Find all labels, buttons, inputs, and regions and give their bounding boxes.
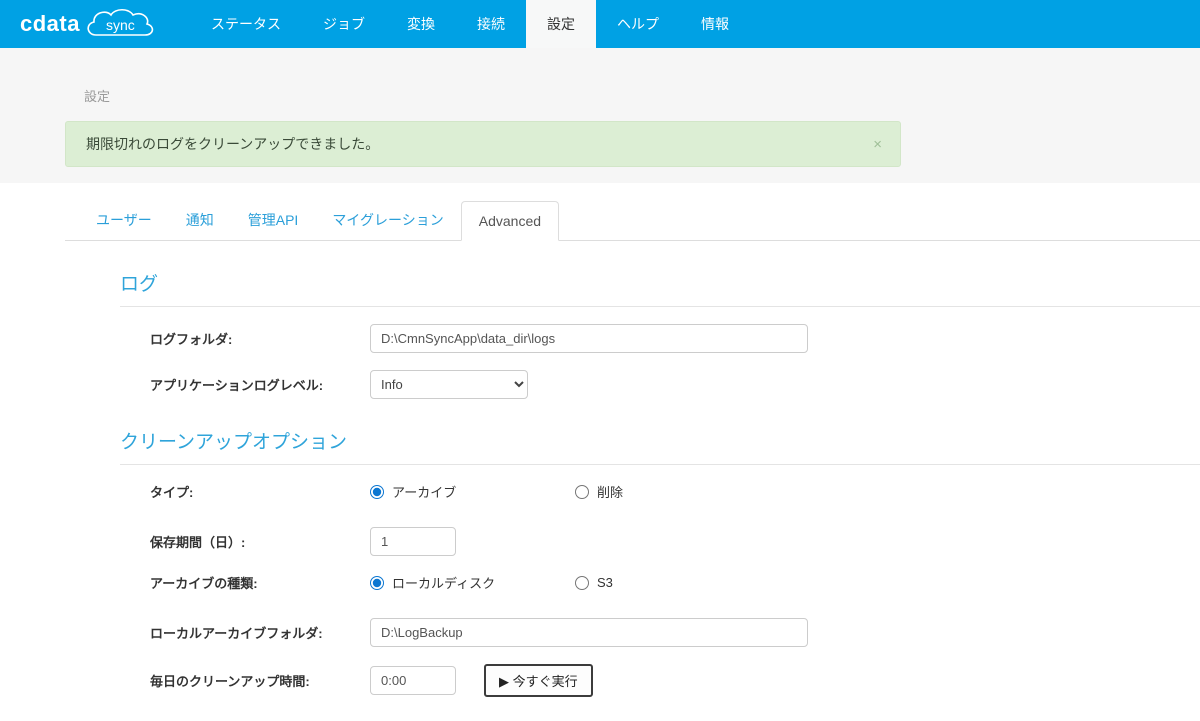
nav-item-status[interactable]: ステータス (190, 0, 302, 48)
nav-item-info[interactable]: 情報 (680, 0, 750, 48)
tab-users[interactable]: ユーザー (79, 199, 169, 241)
cleanup-type-label: タイプ: (150, 485, 194, 500)
nav-item-connections[interactable]: 接続 (456, 0, 526, 48)
advanced-settings-panel: ログ ログフォルダ: アプリケーションログレベル: Info クリーンアップオプ… (120, 241, 1200, 721)
s3-radio-label: S3 (597, 575, 613, 590)
log-folder-input[interactable] (370, 324, 808, 353)
nav-item-settings[interactable]: 設定 (525, 0, 596, 48)
app-log-level-label: アプリケーションログレベル: (150, 378, 324, 393)
cdata-sync-logo[interactable]: cdata sync (0, 0, 176, 48)
cleanup-form: タイプ: アーカイブ 削除 保存期間（日）: アーカイブの種類: ローカルディス… (120, 465, 1200, 703)
breadcrumb: 設定 (84, 89, 111, 104)
delete-radio-label: 削除 (597, 485, 624, 500)
local-archive-folder-label: ローカルアーカイブフォルダ: (150, 626, 323, 641)
cloud-logo-icon: sync (87, 8, 154, 36)
log-form: ログフォルダ: アプリケーションログレベル: Info (120, 307, 1200, 405)
top-nav-bar: cdata sync ステータス ジョブ 変換 接続 設定 ヘルプ 情報 (0, 0, 1200, 48)
tab-migration[interactable]: マイグレーション (315, 199, 460, 241)
log-folder-label: ログフォルダ: (150, 332, 233, 347)
local-disk-radio-label: ローカルディスク (392, 576, 496, 591)
main-nav: ステータス ジョブ 変換 接続 設定 ヘルプ 情報 (190, 0, 750, 48)
run-now-button[interactable]: ▶ 今すぐ実行 (484, 664, 593, 697)
archive-kind-s3-radio[interactable]: S3 (575, 575, 613, 590)
retention-days-label: 保存期間（日）: (150, 535, 246, 550)
success-alert: 期限切れのログをクリーンアップできました。 × (65, 121, 901, 167)
alert-close-icon[interactable]: × (873, 137, 882, 152)
daily-cleanup-time-input[interactable] (370, 666, 456, 695)
section-title-cleanup: クリーンアップオプション (120, 427, 1200, 465)
delete-radio-input[interactable] (575, 484, 589, 499)
tab-notifications[interactable]: 通知 (169, 199, 231, 241)
section-title-log: ログ (120, 269, 1200, 307)
app-log-level-select[interactable]: Info (370, 370, 528, 399)
archive-kind-label: アーカイブの種類: (150, 576, 258, 591)
daily-cleanup-time-label: 毎日のクリーンアップ時間: (150, 674, 310, 689)
nav-item-jobs[interactable]: ジョブ (302, 0, 386, 48)
local-disk-radio-input[interactable] (370, 575, 384, 590)
alert-message: 期限切れのログをクリーンアップできました。 (86, 136, 380, 152)
s3-radio-input[interactable] (575, 575, 589, 590)
logo-text-cdata: cdata (20, 11, 80, 36)
cleanup-type-delete-radio[interactable]: 削除 (575, 482, 623, 501)
tab-admin-api[interactable]: 管理API (231, 199, 316, 241)
local-archive-folder-input[interactable] (370, 618, 808, 647)
subheader-band: 設定 期限切れのログをクリーンアップできました。 × (0, 48, 1200, 183)
nav-item-help[interactable]: ヘルプ (596, 0, 680, 48)
tab-advanced[interactable]: Advanced (460, 201, 560, 241)
logo-text-sync: sync (106, 17, 135, 33)
cleanup-type-archive-radio[interactable]: アーカイブ (370, 482, 575, 501)
archive-kind-local-radio[interactable]: ローカルディスク (370, 573, 575, 592)
settings-tab-bar: ユーザー 通知 管理API マイグレーション Advanced (65, 199, 1200, 241)
archive-radio-label: アーカイブ (392, 485, 457, 500)
retention-days-input[interactable] (370, 527, 456, 556)
archive-radio-input[interactable] (370, 484, 384, 499)
nav-item-transform[interactable]: 変換 (386, 0, 456, 48)
